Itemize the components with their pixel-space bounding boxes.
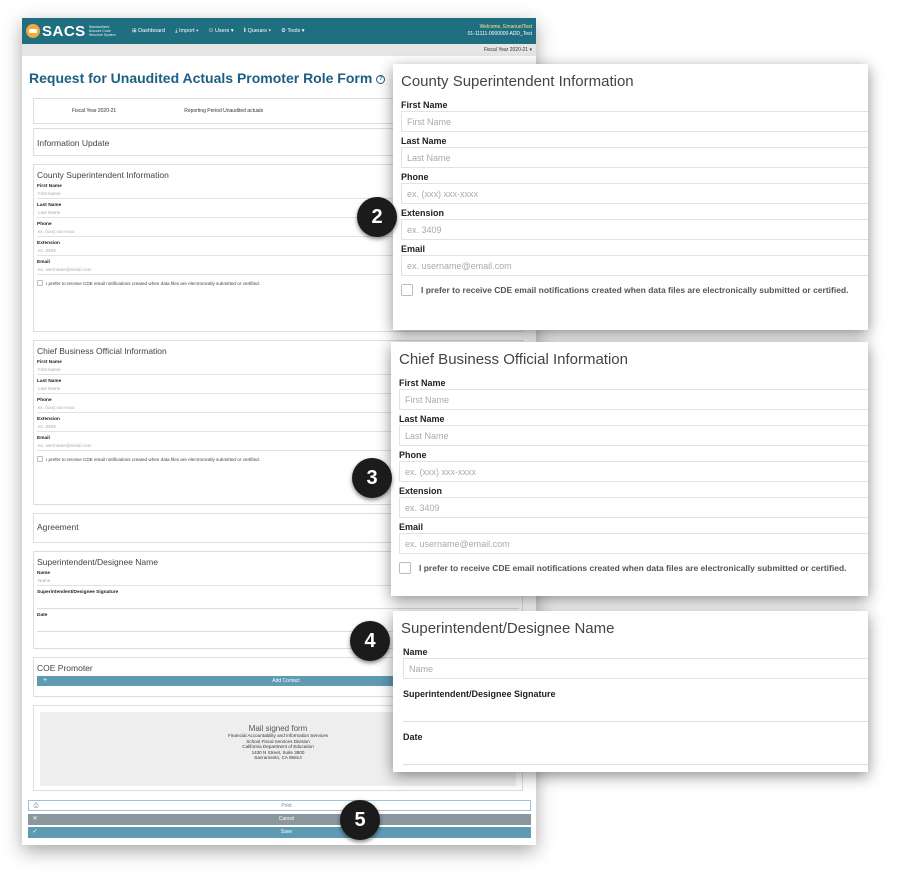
main-nav: ⊞ Dashboard ⤓ Import ▾ ⚇ Users ▾ ⦀ Queue… bbox=[132, 28, 305, 35]
cbo-zoom-last-name-label: Last Name bbox=[399, 414, 445, 424]
county-zoom-email-label: Email bbox=[401, 244, 426, 254]
fiscal-year-selector[interactable]: Fiscal Year 2020-21 bbox=[484, 47, 528, 53]
cbo-notify-label: I prefer to receive CDE email notificati… bbox=[46, 456, 260, 462]
close-icon: ✕ bbox=[32, 816, 38, 822]
nav-dashboard[interactable]: ⊞ Dashboard bbox=[132, 28, 165, 35]
county-zoom-first-name-input[interactable]: First Name bbox=[401, 111, 868, 132]
cbo-zoom-last-name-input[interactable]: Last Name bbox=[399, 425, 868, 446]
welcome-text: Welcome, EmanuelTest bbox=[479, 24, 532, 30]
cbo-notify-checkbox[interactable] bbox=[37, 456, 43, 462]
county-zoom-last-name-input[interactable]: Last Name bbox=[401, 147, 868, 168]
designee-zoom-date-field[interactable] bbox=[403, 743, 868, 765]
cbo-zoom-notify-row[interactable]: I prefer to receive CDE email notificati… bbox=[391, 554, 868, 582]
logo-text: SACS bbox=[42, 22, 86, 40]
cbo-zoom-notify-checkbox[interactable] bbox=[399, 562, 411, 574]
cbo-zoom-callout: Chief Business Official Information Firs… bbox=[391, 342, 868, 596]
cbo-zoom-phone-input[interactable]: ex. (xxx) xxx-xxxx bbox=[399, 461, 868, 482]
nav-import-label: Import bbox=[179, 27, 195, 34]
save-label: Save bbox=[280, 829, 293, 835]
cbo-zoom-extension-label: Extension bbox=[399, 486, 443, 496]
print-label: Print bbox=[281, 803, 292, 809]
designee-zoom-name-input[interactable]: Name bbox=[403, 658, 868, 679]
user-menu[interactable]: Welcome, EmanuelTest 01-11111-0000000 AD… bbox=[468, 24, 536, 38]
cbo-zoom-extension-input[interactable]: ex. 3409 bbox=[399, 497, 868, 518]
meta-reporting-period: Reporting Period Unaudited actuals bbox=[184, 108, 264, 114]
county-zoom-notify-checkbox[interactable] bbox=[401, 284, 413, 296]
designee-zoom-signature-field[interactable] bbox=[403, 700, 868, 722]
nav-queues[interactable]: ⦀ Queues ▾ bbox=[244, 28, 271, 35]
designee-zoom-callout: Superintendent/Designee Name Name Name S… bbox=[393, 611, 868, 772]
nav-queues-label: Queues bbox=[247, 27, 267, 34]
nav-import[interactable]: ⤓ Import ▾ bbox=[175, 28, 198, 35]
county-notify-label: I prefer to receive CDE email notificati… bbox=[46, 280, 260, 286]
county-zoom-phone-label: Phone bbox=[401, 172, 429, 182]
county-zoom-last-name-label: Last Name bbox=[401, 136, 447, 146]
county-zoom-callout: County Superintendent Information First … bbox=[393, 64, 868, 330]
help-icon[interactable]: ? bbox=[376, 74, 386, 84]
designee-zoom-title: Superintendent/Designee Name bbox=[401, 620, 615, 637]
nav-tools[interactable]: ⚙ Tools ▾ bbox=[281, 28, 305, 35]
step-badge-2: 2 bbox=[357, 197, 397, 237]
county-zoom-notify-label: I prefer to receive CDE email notificati… bbox=[421, 285, 849, 295]
sacs-logo[interactable]: SACS Standardized Account Code Structure… bbox=[22, 23, 132, 40]
step-badge-3: 3 bbox=[352, 458, 392, 498]
seal-icon bbox=[26, 24, 40, 38]
nav-users-label: Users bbox=[214, 27, 230, 34]
print-icon: ⎙ bbox=[33, 803, 39, 809]
county-zoom-phone-input[interactable]: ex. (xxx) xxx-xxxx bbox=[401, 183, 868, 204]
print-button[interactable]: ⎙ Print bbox=[28, 800, 531, 811]
cancel-button[interactable]: ✕ Cancel bbox=[28, 814, 531, 825]
designee-signature-field[interactable] bbox=[37, 595, 519, 609]
logo-subtitle: Standardized Account Code Structure Syst… bbox=[88, 25, 116, 37]
county-zoom-extension-input[interactable]: ex. 3409 bbox=[401, 219, 868, 240]
check-icon: ✓ bbox=[32, 829, 38, 835]
cancel-label: Cancel bbox=[278, 816, 295, 822]
page-title-text: Request for Unaudited Actuals Promoter R… bbox=[29, 70, 373, 86]
county-zoom-title: County Superintendent Information bbox=[401, 73, 634, 90]
county-zoom-email-input[interactable]: ex. username@email.com bbox=[401, 255, 868, 276]
page-title: Request for Unaudited Actuals Promoter R… bbox=[29, 70, 386, 86]
designee-zoom-signature-label: Superintendent/Designee Signature bbox=[403, 689, 556, 699]
cbo-zoom-email-input[interactable]: ex. username@email.com bbox=[399, 533, 868, 554]
county-zoom-first-name-label: First Name bbox=[401, 100, 448, 110]
cbo-zoom-email-label: Email bbox=[399, 522, 424, 532]
plus-icon: + bbox=[42, 677, 48, 684]
cbo-zoom-title: Chief Business Official Information bbox=[399, 351, 628, 368]
cbo-zoom-first-name-input[interactable]: First Name bbox=[399, 389, 868, 410]
county-notify-checkbox[interactable] bbox=[37, 280, 43, 286]
nav-users[interactable]: ⚇ Users ▾ bbox=[208, 28, 233, 35]
step-badge-5: 5 bbox=[340, 800, 380, 840]
nav-dashboard-label: Dashboard bbox=[138, 27, 166, 34]
top-nav-bar: SACS Standardized Account Code Structure… bbox=[22, 18, 536, 44]
meta-fiscal-year: Fiscal Year 2020-21 bbox=[72, 108, 117, 114]
step-badge-4: 4 bbox=[350, 621, 390, 661]
nav-tools-label: Tools bbox=[287, 27, 301, 34]
cbo-zoom-notify-label: I prefer to receive CDE email notificati… bbox=[419, 563, 847, 573]
fiscal-year-bar: Fiscal Year 2020-21 ▾ bbox=[22, 44, 536, 56]
org-selector[interactable]: 01-11111-0000000 ADD_Test bbox=[468, 31, 532, 38]
save-button[interactable]: ✓ Save bbox=[28, 827, 531, 838]
designee-zoom-name-label: Name bbox=[403, 647, 428, 657]
cbo-zoom-phone-label: Phone bbox=[399, 450, 427, 460]
designee-zoom-date-label: Date bbox=[403, 732, 423, 742]
county-zoom-notify-row[interactable]: I prefer to receive CDE email notificati… bbox=[393, 276, 868, 304]
tutorial-composite: SACS Standardized Account Code Structure… bbox=[0, 0, 907, 871]
county-zoom-extension-label: Extension bbox=[401, 208, 445, 218]
cbo-zoom-first-name-label: First Name bbox=[399, 378, 446, 388]
